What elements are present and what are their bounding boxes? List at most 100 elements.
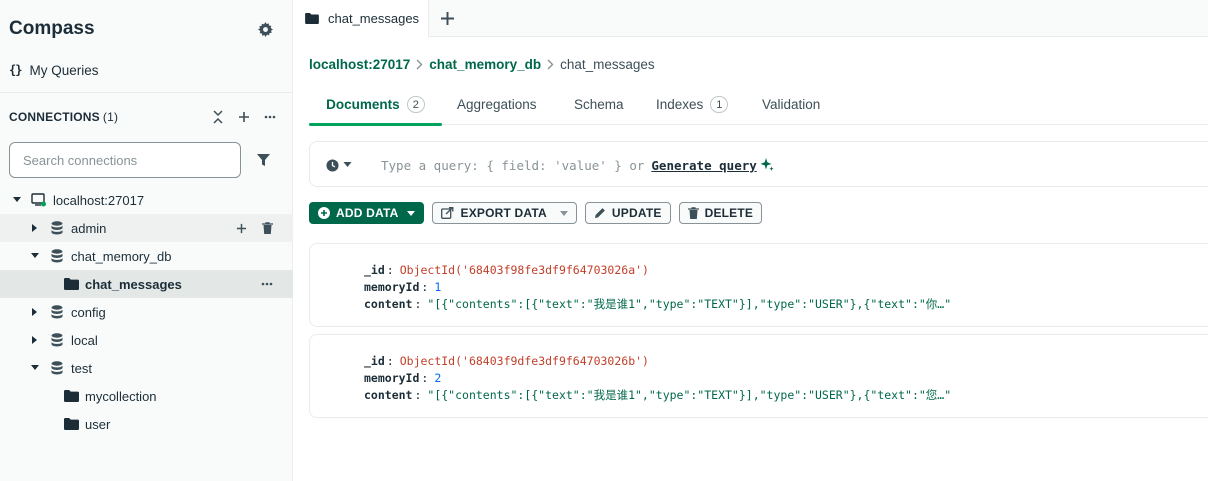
expand-caret-right-icon[interactable]	[30, 307, 40, 317]
chevron-right-icon	[416, 59, 423, 70]
add-data-label: ADD DATA	[336, 206, 399, 220]
tree-db-local[interactable]: local	[0, 326, 293, 354]
delete-button[interactable]: DELETE	[678, 202, 763, 224]
expand-caret-down-icon[interactable]	[12, 195, 22, 205]
connection-tree: localhost:27017 admin chat_memory_db cha…	[0, 186, 293, 438]
tab-chat-messages[interactable]: chat_messages	[293, 0, 429, 37]
query-bar: Type a query: { field: 'value' } or Gene…	[309, 141, 1208, 187]
documents-count-badge: 2	[406, 96, 425, 113]
field-key: content	[364, 388, 413, 402]
export-data-button[interactable]: EXPORT DATA	[432, 202, 577, 224]
new-tab-plus-icon[interactable]	[438, 9, 456, 27]
breadcrumb-database[interactable]: chat_memory_db	[429, 57, 541, 72]
connections-count: (1)	[102, 110, 119, 124]
field-key: _id	[364, 354, 385, 368]
settings-gear-icon[interactable]	[256, 20, 274, 38]
field-value-objectid: ObjectId('68403f9dfe3df9f64703026b')	[399, 354, 649, 368]
tab-aggregations[interactable]: Aggregations	[457, 84, 537, 125]
expand-caret-right-icon[interactable]	[30, 335, 40, 345]
tree-db-chat-memory-db[interactable]: chat_memory_db	[0, 242, 293, 270]
tab-documents[interactable]: Documents 2	[309, 84, 442, 126]
sparkle-icon	[760, 158, 774, 172]
add-data-button[interactable]: ADD DATA	[309, 202, 425, 224]
collection-row-actions	[259, 270, 275, 298]
pencil-icon	[594, 207, 606, 219]
db-name-config: config	[71, 304, 106, 320]
generate-query-link[interactable]: Generate query	[651, 158, 756, 173]
drop-database-trash-icon[interactable]	[259, 219, 275, 237]
tab-indexes[interactable]: Indexes 1	[656, 84, 729, 125]
field-key: memoryId	[364, 280, 420, 294]
indexes-count-badge: 1	[710, 96, 729, 113]
tree-collection-chat-messages[interactable]: chat_messages	[0, 270, 293, 298]
expand-caret-down-icon[interactable]	[30, 363, 40, 373]
database-icon	[49, 360, 65, 376]
more-options-icon[interactable]	[262, 108, 278, 126]
document-card[interactable]: _id: ObjectId('68403f98fe3df9f64703026a'…	[309, 243, 1208, 327]
caret-down-icon	[559, 210, 568, 216]
tree-collection-mycollection[interactable]: mycollection	[0, 382, 293, 410]
database-icon	[49, 248, 65, 264]
sidebar: Compass {} My Queries CONNECTIONS (1) Se…	[0, 0, 293, 481]
braces-icon: {}	[9, 63, 22, 77]
tab-label: chat_messages	[328, 11, 420, 26]
document-card[interactable]: _id: ObjectId('68403f9dfe3df9f64703026b'…	[309, 334, 1208, 418]
more-options-icon[interactable]	[259, 275, 275, 293]
add-connection-icon[interactable]	[236, 108, 252, 126]
tree-connection-localhost[interactable]: localhost:27017	[0, 186, 293, 214]
folder-icon	[63, 416, 79, 432]
create-collection-icon[interactable]	[233, 219, 249, 237]
tab-documents-label: Documents	[326, 97, 400, 112]
tab-schema[interactable]: Schema	[574, 84, 624, 125]
tree-collection-user[interactable]: user	[0, 410, 293, 438]
breadcrumb-collection: chat_messages	[560, 56, 655, 72]
expand-caret-down-icon[interactable]	[30, 251, 40, 261]
database-icon	[49, 220, 65, 236]
field-value-string: "[{"contents":[{"text":"我是谁1","type":"TE…	[427, 388, 952, 402]
db-name-local: local	[71, 332, 98, 348]
caret-down-icon	[407, 210, 416, 216]
document-field-id: _id: ObjectId('68403f98fe3df9f64703026a'…	[364, 263, 649, 277]
db-name-admin: admin	[71, 220, 107, 236]
tab-validation-label: Validation	[762, 97, 821, 112]
connection-name: localhost:27017	[53, 192, 145, 208]
tab-validation[interactable]: Validation	[762, 84, 820, 125]
expand-caret-right-icon[interactable]	[30, 223, 40, 233]
document-field-content: content: "[{"contents":[{"text":"我是谁1","…	[364, 388, 952, 402]
field-key: _id	[364, 263, 385, 277]
delete-label: DELETE	[704, 206, 754, 220]
my-queries-label: My Queries	[29, 62, 99, 78]
tab-indexes-label: Indexes	[656, 97, 704, 112]
caret-down-icon	[343, 162, 352, 168]
collection-name-user: user	[85, 416, 111, 432]
query-history-button[interactable]	[326, 156, 352, 174]
my-queries-link[interactable]: {} My Queries	[9, 61, 98, 79]
app-title: Compass	[9, 18, 95, 39]
folder-icon	[305, 13, 319, 24]
tree-db-test[interactable]: test	[0, 354, 293, 382]
breadcrumb: localhost:27017 chat_memory_db chat_mess…	[309, 55, 655, 73]
field-value-string: "[{"contents":[{"text":"我是谁1","type":"TE…	[427, 297, 952, 311]
db-name-test: test	[71, 360, 92, 376]
document-field-content: content: "[{"contents":[{"text":"我是谁1","…	[364, 297, 952, 311]
query-input[interactable]: Type a query: { field: 'value' } or Gene…	[381, 156, 774, 174]
export-icon	[441, 207, 454, 219]
field-key: memoryId	[364, 371, 420, 385]
breadcrumb-connection[interactable]: localhost:27017	[309, 57, 410, 72]
connections-label: CONNECTIONS	[9, 110, 100, 124]
update-button[interactable]: UPDATE	[584, 202, 671, 224]
update-label: UPDATE	[611, 206, 662, 220]
search-connections-input[interactable]	[9, 142, 241, 178]
field-value-number: 1	[434, 280, 442, 294]
field-key: content	[364, 297, 413, 311]
collapse-all-icon[interactable]	[210, 108, 226, 126]
db-row-actions	[233, 214, 275, 242]
folder-icon	[63, 388, 79, 404]
collection-subtabs: Documents 2 Aggregations Schema Indexes …	[309, 84, 1208, 126]
workspace-tab-bar: chat_messages	[293, 0, 1208, 37]
filter-icon[interactable]	[254, 151, 272, 169]
tree-db-admin[interactable]: admin	[0, 214, 293, 242]
document-field-memoryid: memoryId: 2	[364, 371, 442, 385]
collection-name-chat-messages: chat_messages	[85, 276, 182, 292]
tree-db-config[interactable]: config	[0, 298, 293, 326]
